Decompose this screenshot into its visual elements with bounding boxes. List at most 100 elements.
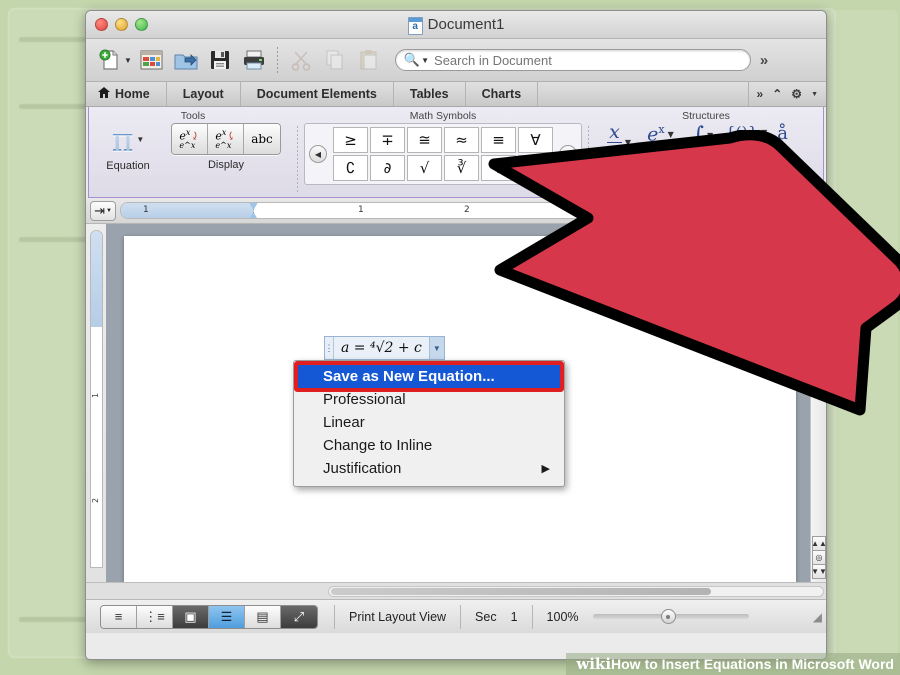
- symbol-cell[interactable]: ≡: [481, 127, 516, 153]
- function-button[interactable]: sinθ ▼: [725, 147, 763, 163]
- vertical-scrollbar[interactable]: ▲▲ ◎ ▼▼: [810, 224, 826, 582]
- menu-item-label: Justification: [323, 460, 401, 477]
- equation-text[interactable]: a = ⁴√2 + c: [334, 337, 429, 359]
- previous-page-icon[interactable]: ▲▲: [812, 536, 826, 551]
- menu-item-save-as-new-equation[interactable]: Save as New Equation...: [298, 365, 560, 388]
- tab-overflow-icon[interactable]: »: [757, 87, 764, 101]
- equation-drag-handle[interactable]: ⋮: [325, 337, 334, 359]
- symbol-cell[interactable]: ∛: [444, 155, 479, 181]
- cut-icon[interactable]: [285, 44, 317, 76]
- equation-dropdown-icon[interactable]: ▼: [136, 135, 144, 144]
- integral-dropdown-icon[interactable]: ▼: [707, 131, 713, 140]
- equation-object[interactable]: ⋮ a = ⁴√2 + c ▼: [324, 336, 445, 360]
- draft-view-button[interactable]: ≡: [101, 606, 137, 628]
- save-icon[interactable]: [204, 44, 236, 76]
- symbol-cell[interactable]: √: [407, 155, 442, 181]
- integral-bracket-column: ∫▼ ∑▼: [693, 123, 716, 177]
- symbol-cell[interactable]: ∪: [518, 155, 553, 181]
- tab-stop-selector[interactable]: ⇥▼: [90, 201, 116, 221]
- ribbon-collapse-icon[interactable]: ⌃: [772, 87, 782, 101]
- equation-options-dropdown-icon[interactable]: ▼: [429, 337, 444, 359]
- fraction-button[interactable]: xy ▼ Fraction: [601, 123, 637, 177]
- horizontal-scrollbar[interactable]: [86, 582, 826, 599]
- symbol-cell[interactable]: ≥: [333, 127, 368, 153]
- view-mode-buttons[interactable]: ≡ ⋮≡ ▣ ☰ ▤ ⤢: [100, 605, 318, 629]
- menu-item-linear[interactable]: Linear: [294, 411, 564, 434]
- tab-layout[interactable]: Layout: [167, 82, 241, 106]
- display-segmented-control[interactable]: ex⤸e^x ex⤹e^x abc: [171, 123, 281, 155]
- horizontal-scrollbar-track[interactable]: [328, 586, 824, 597]
- symbol-cell[interactable]: ∁: [333, 155, 368, 181]
- bracket-button[interactable]: {()} ▼: [725, 123, 767, 142]
- outline-view-button[interactable]: ⋮≡: [137, 606, 173, 628]
- standard-toolbar: ▼: [86, 39, 826, 82]
- professional-display-button[interactable]: ex⤸e^x: [172, 124, 208, 154]
- tab-document-elements[interactable]: Document Elements: [241, 82, 394, 106]
- new-document-dropdown-icon[interactable]: ▼: [124, 56, 132, 65]
- new-document-icon[interactable]: [94, 44, 126, 76]
- horizontal-scrollbar-thumb[interactable]: [331, 588, 711, 595]
- tab-charts[interactable]: Charts: [466, 82, 539, 106]
- search-dropdown-icon[interactable]: ▼: [421, 56, 429, 65]
- math-symbols-prev-icon[interactable]: ◀: [309, 145, 327, 163]
- zoom-cell: 100%: [532, 605, 763, 629]
- open-folder-icon[interactable]: [170, 44, 202, 76]
- zoom-slider[interactable]: [593, 614, 749, 619]
- integral-button[interactable]: ∫▼: [693, 123, 714, 148]
- tab-tables[interactable]: Tables: [394, 82, 466, 106]
- limit-button[interactable]: lim n→: [777, 149, 815, 177]
- publishing-view-button[interactable]: ▣: [173, 606, 209, 628]
- paste-icon[interactable]: [353, 44, 385, 76]
- vertical-ruler[interactable]: 1 2: [86, 224, 106, 582]
- symbol-cell[interactable]: ≈: [444, 127, 479, 153]
- toolbar-overflow-icon[interactable]: »: [760, 52, 768, 69]
- radical-dropdown-icon[interactable]: ▼: [676, 156, 682, 165]
- menu-item-change-to-inline[interactable]: Change to Inline: [294, 434, 564, 457]
- print-icon[interactable]: [238, 44, 270, 76]
- script-dropdown-icon[interactable]: ▼: [668, 130, 674, 139]
- ruler-number: 2: [464, 205, 470, 215]
- gear-dropdown-icon[interactable]: ▼: [811, 91, 818, 98]
- ruler-number: 3: [569, 205, 575, 215]
- gear-icon[interactable]: ⚙: [791, 87, 802, 101]
- abc-text-button[interactable]: abc: [244, 124, 280, 154]
- symbol-cell[interactable]: ∜: [481, 155, 516, 181]
- symbol-cell[interactable]: ≅: [407, 127, 442, 153]
- zoom-slider-knob[interactable]: [661, 609, 676, 624]
- radical-button[interactable]: n√x ▼: [647, 150, 682, 170]
- print-layout-view-button[interactable]: ☰: [209, 606, 245, 628]
- accent-button[interactable]: å: [777, 123, 788, 144]
- vruler-number: 2: [91, 498, 100, 503]
- template-gallery-icon[interactable]: [136, 44, 168, 76]
- menu-item-justification[interactable]: Justification ▶: [294, 457, 564, 480]
- horizontal-ruler[interactable]: 1 1 2 3 4: [120, 202, 826, 219]
- symbol-cell[interactable]: ∂: [370, 155, 405, 181]
- window-resize-handle[interactable]: ◢: [813, 610, 822, 624]
- document-page[interactable]: ⋮ a = ⁴√2 + c ▼ Save as New Equation... …: [124, 236, 796, 582]
- fraction-dropdown-icon[interactable]: ▼: [625, 138, 631, 147]
- symbol-cell[interactable]: ∀: [518, 127, 553, 153]
- next-page-icon[interactable]: ▼▼: [812, 564, 826, 579]
- tab-home[interactable]: Home: [86, 82, 167, 106]
- large-operator-button[interactable]: ∑▼: [693, 153, 716, 175]
- notebook-view-button[interactable]: ▤: [245, 606, 281, 628]
- copy-icon[interactable]: [319, 44, 351, 76]
- tab-spacer: [538, 82, 748, 106]
- math-symbols-next-icon[interactable]: ▶: [559, 145, 577, 163]
- bracket-dropdown-icon[interactable]: ▼: [761, 128, 767, 137]
- script-button[interactable]: ex ▼: [647, 123, 674, 145]
- full-screen-view-button[interactable]: ⤢: [281, 606, 317, 628]
- linear-display-button[interactable]: ex⤹e^x: [208, 124, 244, 154]
- equation-button[interactable]: π ▼ Equation: [97, 123, 159, 172]
- search-input[interactable]: [434, 53, 742, 68]
- select-browse-object-icon[interactable]: ◎: [812, 550, 826, 565]
- large-operator-dropdown-icon[interactable]: ▼: [709, 160, 715, 169]
- menu-item-professional[interactable]: Professional: [294, 388, 564, 411]
- ribbon-panel: Tools π ▼ Equation ex⤸e^x ex⤹e^x: [88, 107, 824, 198]
- vertical-scrollbar-thumb[interactable]: [814, 234, 823, 304]
- search-field[interactable]: 🔍 ▼: [395, 49, 751, 71]
- document-a-icon: a: [408, 17, 423, 35]
- symbol-cell[interactable]: ∓: [370, 127, 405, 153]
- wikihow-watermark: wiki How to Insert Equations in Microsof…: [566, 653, 900, 675]
- function-dropdown-icon[interactable]: ▼: [757, 151, 763, 160]
